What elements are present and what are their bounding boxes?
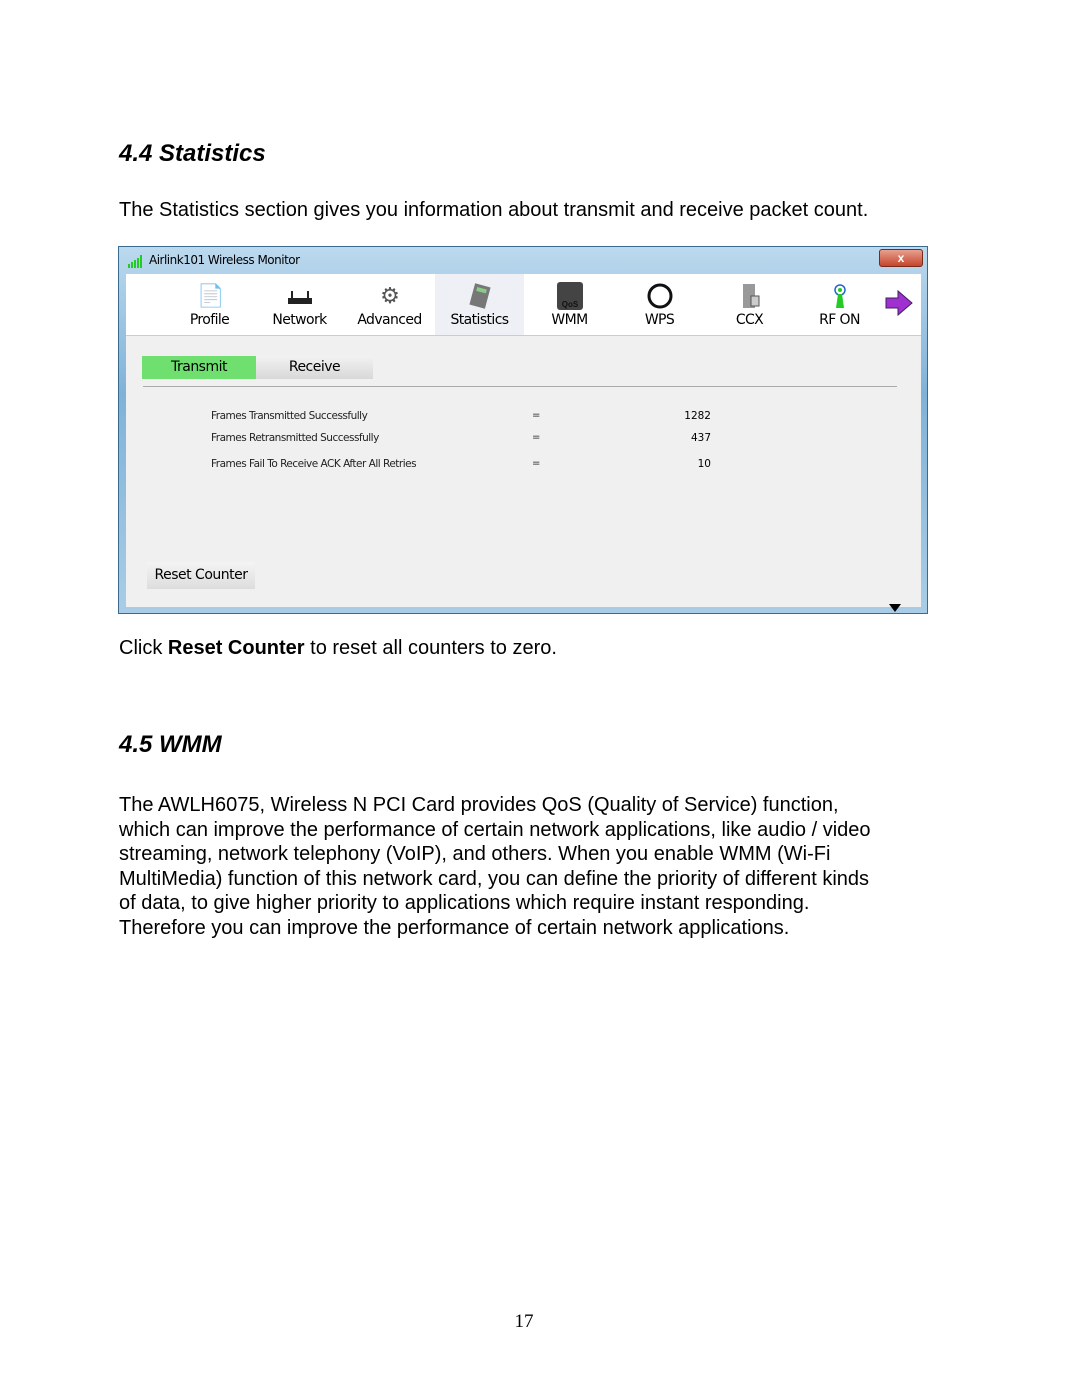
stat-value: 437 bbox=[690, 432, 711, 444]
ccx-icon bbox=[737, 282, 763, 310]
paragraph-line: MultiMedia) function of this network car… bbox=[119, 867, 870, 890]
title-bar: Airlink101 Wireless Monitor x bbox=[119, 247, 927, 274]
paragraph-line: streaming, network telephony (VoIP), and… bbox=[119, 843, 831, 866]
toolbar-rf-on[interactable]: RF ON bbox=[795, 274, 884, 335]
window-client: 📄 Profile Network ⚙ Advanced Statistics Qo… bbox=[126, 274, 921, 612]
note-text: Click bbox=[119, 637, 168, 659]
toolbar-wps[interactable]: WPS bbox=[615, 274, 704, 335]
divider bbox=[143, 386, 897, 387]
stat-equals: = bbox=[532, 432, 540, 443]
next-arrow-button[interactable] bbox=[884, 288, 914, 318]
signal-icon bbox=[128, 255, 142, 268]
toolbar-advanced[interactable]: ⚙ Advanced bbox=[345, 274, 434, 335]
toolbar-statistics[interactable]: Statistics bbox=[435, 274, 524, 335]
close-button[interactable]: x bbox=[879, 249, 923, 267]
paragraph-line: Therefore you can improve the performanc… bbox=[119, 916, 790, 939]
paragraph-line: which can improve the performance of cer… bbox=[119, 818, 871, 841]
window-title: Airlink101 Wireless Monitor bbox=[149, 253, 300, 267]
wps-icon bbox=[647, 282, 673, 310]
toolbar: 📄 Profile Network ⚙ Advanced Statistics Qo… bbox=[126, 274, 921, 336]
arrow-right-icon bbox=[885, 289, 913, 317]
toolbar-label: CCX bbox=[735, 312, 764, 328]
profile-icon: 📄 bbox=[197, 283, 225, 308]
paragraph-line: of data, to give higher priority to appl… bbox=[119, 892, 810, 915]
antenna-icon bbox=[827, 282, 853, 310]
toolbar-label: RF ON bbox=[819, 312, 860, 328]
toolbar-profile[interactable]: 📄 Profile bbox=[165, 274, 254, 335]
reset-note: Click Reset Counter to reset all counter… bbox=[119, 636, 557, 661]
page-number: 17 bbox=[514, 1311, 534, 1332]
router-icon bbox=[287, 282, 313, 310]
toolbar-wmm[interactable]: QoS WMM bbox=[525, 274, 614, 335]
wmm-paragraph: The AWLH6075, Wireless N PCI Card provid… bbox=[119, 793, 871, 941]
statistics-intro: The Statistics section gives you informa… bbox=[119, 199, 869, 221]
triangle-down-icon bbox=[889, 604, 901, 612]
stat-label: Frames Fail To Receive ACK After All Ret… bbox=[211, 458, 417, 470]
toolbar-label: Network bbox=[272, 312, 327, 328]
qos-icon: QoS bbox=[557, 282, 583, 310]
note-text: to reset all counters to zero. bbox=[304, 637, 557, 659]
stat-value: 1282 bbox=[684, 410, 711, 422]
calculator-icon bbox=[467, 282, 493, 310]
toolbar-label: WMM bbox=[551, 312, 588, 328]
wireless-monitor-window: Airlink101 Wireless Monitor x 📄 Profile N… bbox=[118, 246, 928, 614]
note-bold: Reset Counter bbox=[167, 637, 305, 659]
stat-label: Frames Retransmitted Successfully bbox=[211, 432, 379, 444]
paragraph-line: The AWLH6075, Wireless N PCI Card provid… bbox=[119, 794, 839, 816]
toolbar-label: Profile bbox=[189, 312, 230, 328]
stat-label: Frames Transmitted Successfully bbox=[211, 410, 368, 422]
reset-counter-button[interactable]: Reset Counter bbox=[147, 562, 255, 589]
stat-value: 10 bbox=[697, 458, 711, 470]
toolbar-ccx[interactable]: CCX bbox=[705, 274, 794, 335]
toolbar-label: Advanced bbox=[357, 312, 422, 328]
toolbar-label: Statistics bbox=[450, 312, 510, 328]
section-heading-statistics: 4.4 Statistics bbox=[119, 140, 266, 167]
tab-transmit[interactable]: Transmit bbox=[142, 356, 256, 379]
expand-button[interactable] bbox=[889, 599, 901, 612]
svg-text:QoS: QoS bbox=[562, 300, 579, 309]
stat-equals: = bbox=[532, 410, 540, 421]
toolbar-label: WPS bbox=[644, 312, 675, 328]
tab-receive[interactable]: Receive bbox=[256, 356, 373, 379]
toolbar-network[interactable]: Network bbox=[255, 274, 344, 335]
section-heading-wmm: 4.5 WMM bbox=[119, 731, 222, 758]
document-page: 4.4 Statistics The Statistics section gi… bbox=[0, 0, 1080, 1397]
gears-icon: ⚙ bbox=[380, 283, 400, 308]
stat-equals: = bbox=[532, 458, 540, 469]
